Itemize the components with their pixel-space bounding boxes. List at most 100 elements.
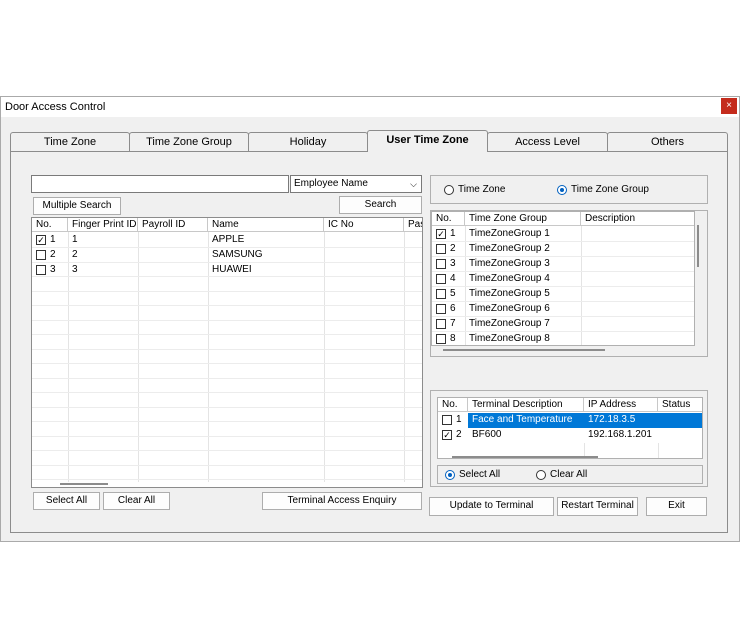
grid-line (32, 334, 422, 335)
column-header-finger-print-id[interactable]: Finger Print ID (68, 218, 138, 232)
column-header-payroll-id[interactable]: Payroll ID (138, 218, 208, 232)
tab-label: Time Zone Group (146, 136, 232, 148)
row-time-zone-group: TimeZoneGroup 7 (469, 318, 550, 329)
row-status (658, 413, 702, 428)
time-zone-group-radio[interactable] (557, 185, 567, 195)
table-row[interactable]: 6 TimeZoneGroup 6 (432, 302, 694, 317)
search-field-select[interactable]: Employee Name ⌵ (290, 175, 422, 193)
row-no: 1 (456, 414, 462, 425)
select-all-radio[interactable] (445, 470, 455, 480)
grid-line (32, 276, 422, 277)
row-checkbox[interactable]: ✓ (36, 235, 46, 245)
grid-line (32, 479, 422, 480)
column-header-description[interactable]: Description (581, 212, 694, 226)
table-row[interactable]: 7 TimeZoneGroup 7 (432, 317, 694, 332)
table-row[interactable]: ✓ 2 BF600 192.168.1.201 (438, 428, 702, 443)
tab-label: Others (650, 136, 684, 148)
search-input[interactable] (31, 175, 289, 193)
terminal-access-enquiry-button[interactable]: Terminal Access Enquiry (262, 492, 422, 510)
table-row[interactable]: 3 TimeZoneGroup 3 (432, 257, 694, 272)
column-header-status[interactable]: Status (658, 398, 702, 412)
row-no: 6 (450, 303, 456, 314)
row-checkbox[interactable]: ✓ (442, 430, 452, 440)
table-row[interactable]: 5 TimeZoneGroup 5 (432, 287, 694, 302)
row-time-zone-group: TimeZoneGroup 5 (469, 288, 550, 299)
row-status (658, 428, 702, 443)
column-header-no[interactable]: No. (438, 398, 468, 412)
grid-line (32, 377, 422, 379)
row-checkbox[interactable] (436, 244, 446, 254)
row-ip-address: 172.18.3.5 (584, 413, 658, 428)
grid-line (32, 247, 422, 248)
clear-all-button[interactable]: Clear All (103, 492, 170, 510)
door-access-control-window: Door Access Control × Time Zone Time Zon… (0, 96, 740, 542)
column-header-name[interactable]: Name (208, 218, 324, 232)
row-checkbox[interactable] (436, 319, 446, 329)
row-name: APPLE (212, 234, 245, 245)
horizontal-scrollbar[interactable] (443, 349, 605, 351)
tab-time-zone-group[interactable]: Time Zone Group (129, 132, 249, 151)
tab-others[interactable]: Others (607, 132, 728, 151)
row-checkbox[interactable] (436, 334, 446, 344)
time-zone-group-box: No. Time Zone Group Description ✓ 1 TimeZo… (430, 210, 708, 357)
horizontal-scrollbar[interactable] (60, 483, 108, 485)
row-checkbox[interactable] (36, 265, 46, 275)
column-header-terminal-description[interactable]: Terminal Description (468, 398, 584, 412)
grid-line (658, 443, 659, 458)
vertical-scrollbar[interactable] (697, 225, 699, 267)
select-all-radio-label: Select All (459, 469, 501, 480)
tab-label: Holiday (289, 136, 327, 148)
column-header-pas[interactable]: Pas (404, 218, 422, 232)
column-header-no[interactable]: No. (32, 218, 68, 232)
terminal-select-group: Select All Clear All (437, 465, 703, 484)
time-zone-group-radio-label: Time Zone Group (571, 184, 649, 195)
search-button[interactable]: Search (339, 196, 422, 214)
tab-time-zone[interactable]: Time Zone (10, 132, 130, 151)
row-checkbox[interactable] (436, 304, 446, 314)
row-time-zone-group: TimeZoneGroup 4 (469, 273, 550, 284)
grid-line (32, 421, 422, 422)
column-header-ip-address[interactable]: IP Address (584, 398, 658, 412)
table-row[interactable]: ✓ 1 TimeZoneGroup 1 (432, 227, 694, 242)
row-no: 1 (450, 228, 456, 239)
row-no: 8 (450, 333, 456, 344)
title-bar: Door Access Control × (1, 97, 739, 117)
clear-all-radio[interactable] (536, 470, 546, 480)
row-checkbox[interactable] (442, 415, 452, 425)
tab-user-time-zone[interactable]: User Time Zone (367, 130, 488, 152)
row-checkbox[interactable] (436, 274, 446, 284)
grid-line (32, 435, 422, 437)
horizontal-scrollbar[interactable] (452, 456, 598, 458)
select-all-button[interactable]: Select All (33, 492, 100, 510)
time-zone-group-grid: No. Time Zone Group Description ✓ 1 TimeZo… (431, 211, 695, 346)
exit-button[interactable]: Exit (646, 497, 707, 516)
grid-line (32, 406, 422, 408)
table-row[interactable]: ✓ 1 1 APPLE (32, 233, 422, 248)
row-no: 7 (450, 318, 456, 329)
row-time-zone-group: TimeZoneGroup 6 (469, 303, 550, 314)
row-checkbox[interactable] (36, 250, 46, 260)
row-checkbox[interactable]: ✓ (436, 229, 446, 239)
tab-access-level[interactable]: Access Level (487, 132, 608, 151)
grid-line (32, 290, 422, 292)
row-no: 3 (450, 258, 456, 269)
table-row[interactable]: 8 TimeZoneGroup 8 (432, 332, 694, 345)
grid-line (32, 305, 422, 306)
grid-line (32, 363, 422, 364)
clear-all-radio-label: Clear All (550, 469, 588, 480)
row-checkbox[interactable] (436, 259, 446, 269)
table-row[interactable]: 4 TimeZoneGroup 4 (432, 272, 694, 287)
table-row[interactable]: 1 Face and Temperature 172.18.3.5 (438, 413, 702, 428)
table-row[interactable]: 2 TimeZoneGroup 2 (432, 242, 694, 257)
row-no: 5 (450, 288, 456, 299)
update-to-terminal-button[interactable]: Update to Terminal (429, 497, 554, 516)
close-icon[interactable]: × (721, 98, 737, 114)
column-header-no[interactable]: No. (432, 212, 465, 226)
column-header-ic-no[interactable]: IC No (324, 218, 404, 232)
multiple-search-button[interactable]: Multiple Search (33, 197, 121, 215)
time-zone-radio[interactable] (444, 185, 454, 195)
tab-holiday[interactable]: Holiday (248, 132, 368, 151)
column-header-time-zone-group[interactable]: Time Zone Group (465, 212, 581, 226)
restart-terminal-button[interactable]: Restart Terminal (557, 497, 638, 516)
row-checkbox[interactable] (436, 289, 446, 299)
